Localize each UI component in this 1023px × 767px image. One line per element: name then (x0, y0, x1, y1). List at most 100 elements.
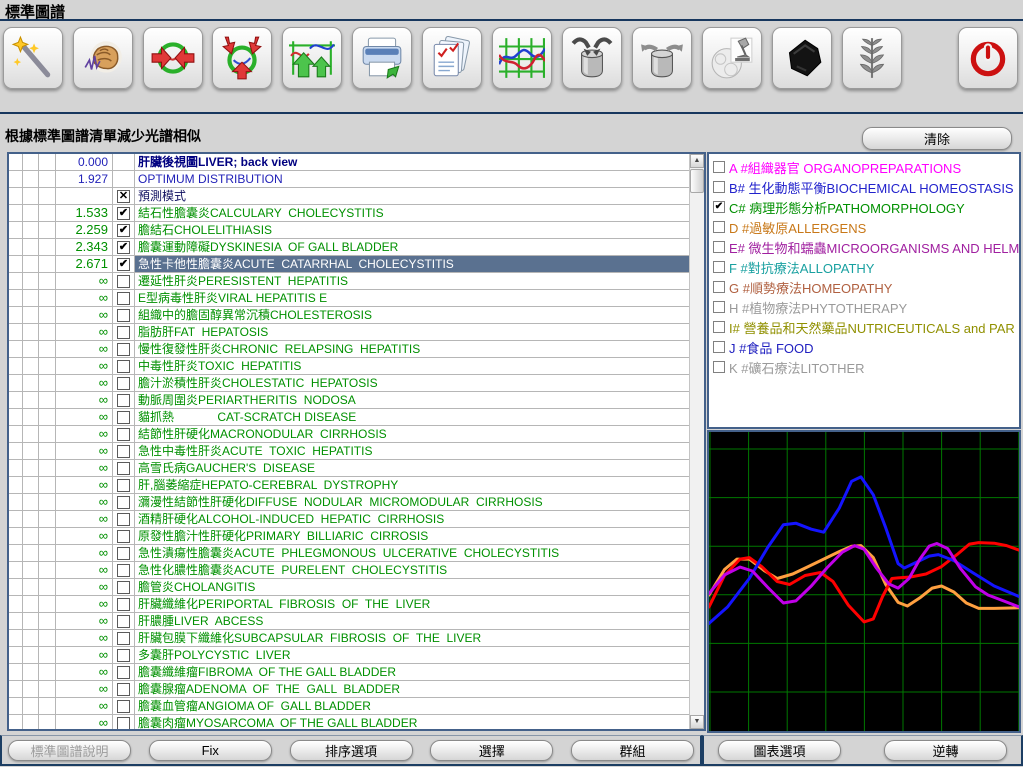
scroll-up-button[interactable]: ▲ (690, 154, 704, 168)
category-checkbox[interactable] (713, 241, 725, 253)
footer-left-button[interactable]: 選擇 (430, 740, 553, 761)
category-item[interactable]: F #對抗療法ALLOPATHY (709, 257, 1019, 277)
etalon-description-button[interactable]: 標準圖譜說明 (8, 740, 131, 761)
empty-container-button[interactable] (632, 27, 692, 89)
table-row[interactable]: 1.533✔結石性膽囊炎CALCULARY CHOLECYSTITIS (9, 205, 690, 222)
row-checkbox[interactable] (117, 275, 130, 288)
plant-button[interactable] (842, 27, 902, 89)
table-row[interactable]: ∞肝,腦萎縮症HEPATO-CEREBRAL DYSTROPHY (9, 477, 690, 494)
footer-right-button[interactable]: 逆轉 (884, 740, 1007, 761)
row-checkbox[interactable] (117, 496, 130, 509)
row-checkbox[interactable] (117, 564, 130, 577)
row-checkbox[interactable]: ✔ (117, 258, 130, 271)
table-row[interactable]: 2.343✔膽囊運動障礙DYSKINESIA OF GALL BLADDER (9, 239, 690, 256)
row-checkbox[interactable]: ✔ (117, 241, 130, 254)
merge-spectra-button[interactable] (212, 27, 272, 89)
row-checkbox[interactable] (117, 394, 130, 407)
category-checkbox[interactable] (713, 261, 725, 273)
row-checkbox[interactable]: ✔ (117, 207, 130, 220)
category-checkbox[interactable] (713, 221, 725, 233)
table-row[interactable]: ∞肝膿腫LIVER ABCESS (9, 613, 690, 630)
row-checkbox[interactable] (117, 292, 130, 305)
table-row[interactable]: ∞貓抓熱 CAT-SCRATCH DISEASE (9, 409, 690, 426)
print-button[interactable] (352, 27, 412, 89)
power-button[interactable] (958, 27, 1018, 89)
row-checkbox[interactable] (117, 598, 130, 611)
category-checkbox[interactable] (713, 301, 725, 313)
table-row[interactable]: 2.259✔膽結石CHOLELITHIASIS (9, 222, 690, 239)
table-row[interactable]: ∞組織中的膽固醇異常沉積CHOLESTEROSIS (9, 307, 690, 324)
footer-left-button[interactable]: Fix (149, 740, 272, 761)
category-checkbox[interactable] (713, 341, 725, 353)
table-row[interactable]: ∞膽囊纖維瘤FIBROMA OF THE GALL BLADDER (9, 664, 690, 681)
table-row[interactable]: ∞肝臟纖維化PERIPORTAL FIBROSIS OF THE LIVER (9, 596, 690, 613)
graph-button[interactable] (492, 27, 552, 89)
row-checkbox[interactable] (117, 649, 130, 662)
category-item[interactable]: I# 營養品和天然藥品NUTRICEUTICALS and PAR (709, 317, 1019, 337)
table-row[interactable]: ✕預測模式 (9, 188, 690, 205)
table-row[interactable]: ∞結節性肝硬化MACRONODULAR CIRRHOSIS (9, 426, 690, 443)
row-checkbox[interactable] (117, 700, 130, 713)
table-row[interactable]: ∞膽囊腺瘤ADENOMA OF THE GALL BLADDER (9, 681, 690, 698)
category-item[interactable]: K #礦石療法LITOTHER (709, 357, 1019, 377)
table-row[interactable]: ∞高雪氏病GAUCHER'S DISEASE (9, 460, 690, 477)
brain-button[interactable] (73, 27, 133, 89)
row-checkbox[interactable] (117, 343, 130, 356)
footer-left-button[interactable]: 群組 (571, 740, 694, 761)
table-row[interactable]: ∞動脈周圍炎PERIARTHERITIS NODOSA (9, 392, 690, 409)
row-checkbox[interactable] (117, 666, 130, 679)
row-checkbox[interactable] (117, 615, 130, 628)
table-row[interactable]: ∞急性中毒性肝炎ACUTE TOXIC HEPATITIS (9, 443, 690, 460)
category-checkbox[interactable]: ✔ (713, 201, 725, 213)
row-checkbox[interactable] (117, 479, 130, 492)
category-checkbox[interactable] (713, 321, 725, 333)
category-item[interactable]: B# 生化動態平衡BIOCHEMICAL HOMEOSTASIS (709, 177, 1019, 197)
row-checkbox[interactable] (117, 513, 130, 526)
table-row[interactable]: ∞急性潰瘍性膽囊炎ACUTE PHLEGMONOUS ULCERATIVE CH… (9, 545, 690, 562)
table-row[interactable]: ∞肝臟包膜下纖維化SUBCAPSULAR FIBROSIS OF THE LIV… (9, 630, 690, 647)
row-checkbox[interactable] (117, 462, 130, 475)
fill-container-button[interactable] (562, 27, 622, 89)
table-row[interactable]: ∞中毒性肝炎TOXIC HEPATITIS (9, 358, 690, 375)
row-checkbox[interactable] (117, 360, 130, 373)
category-item[interactable]: J #食品 FOOD (709, 337, 1019, 357)
row-checkbox[interactable] (117, 530, 130, 543)
row-x-checkbox[interactable]: ✕ (117, 190, 130, 203)
table-row[interactable]: ∞多囊肝POLYCYSTIC LIVER (9, 647, 690, 664)
row-checkbox[interactable] (117, 428, 130, 441)
row-checkbox[interactable] (117, 683, 130, 696)
category-checkbox[interactable] (713, 361, 725, 373)
table-row[interactable]: ∞酒精肝硬化ALCOHOL-INDUCED HEPATIC CIRRHOSIS (9, 511, 690, 528)
category-checkbox[interactable] (713, 181, 725, 193)
category-item[interactable]: G #順勢療法HOMEOPATHY (709, 277, 1019, 297)
scrollbar-thumb[interactable] (690, 169, 704, 193)
row-checkbox[interactable] (117, 309, 130, 322)
row-checkbox[interactable] (117, 717, 130, 730)
table-row[interactable]: 2.671✔急性卡他性膽囊炎ACUTE CATARRHAL CHOLECYSTI… (9, 256, 690, 273)
table-row[interactable]: ∞膽管炎CHOLANGITIS (9, 579, 690, 596)
table-row[interactable]: ∞膽汁淤積性肝炎CHOLESTATIC HEPATOSIS (9, 375, 690, 392)
row-checkbox[interactable] (117, 547, 130, 560)
microscope-button[interactable] (702, 27, 762, 89)
table-row[interactable]: 0.000肝臟後視圖LIVER; back view (9, 154, 690, 171)
category-item[interactable]: D #過敏原ALLERGENS (709, 217, 1019, 237)
table-row[interactable]: ∞膽囊血管瘤ANGIOMA OF GALL BLADDER (9, 698, 690, 715)
import-spectra-button[interactable] (282, 27, 342, 89)
category-item[interactable]: ✔C# 病理形態分析PATHOMORPHOLOGY (709, 197, 1019, 217)
row-checkbox[interactable] (117, 377, 130, 390)
table-row[interactable]: ∞脂肪肝FAT HEPATOSIS (9, 324, 690, 341)
row-checkbox[interactable] (117, 445, 130, 458)
table-row[interactable]: 1.927OPTIMUM DISTRIBUTION (9, 171, 690, 188)
table-row[interactable]: ∞慢性復發性肝炎CHRONIC RELAPSING HEPATITIS (9, 341, 690, 358)
footer-left-button[interactable]: 排序選項 (290, 740, 413, 761)
card-index-button[interactable] (422, 27, 482, 89)
magic-wand-button[interactable] (3, 27, 63, 89)
category-item[interactable]: A #組織器官 ORGANOPREPARATIONS (709, 157, 1019, 177)
footer-right-button[interactable]: 圖表選項 (718, 740, 841, 761)
scroll-down-button[interactable]: ▼ (690, 715, 704, 729)
table-row[interactable]: ∞急性化膿性膽囊炎ACUTE PURELENT CHOLECYSTITIS (9, 562, 690, 579)
row-checkbox[interactable] (117, 581, 130, 594)
clear-button[interactable]: 清除 (862, 127, 1012, 150)
vertical-scrollbar[interactable]: ▲ ▼ (689, 154, 704, 729)
category-item[interactable]: H #植物療法PHYTOTHERAPY (709, 297, 1019, 317)
